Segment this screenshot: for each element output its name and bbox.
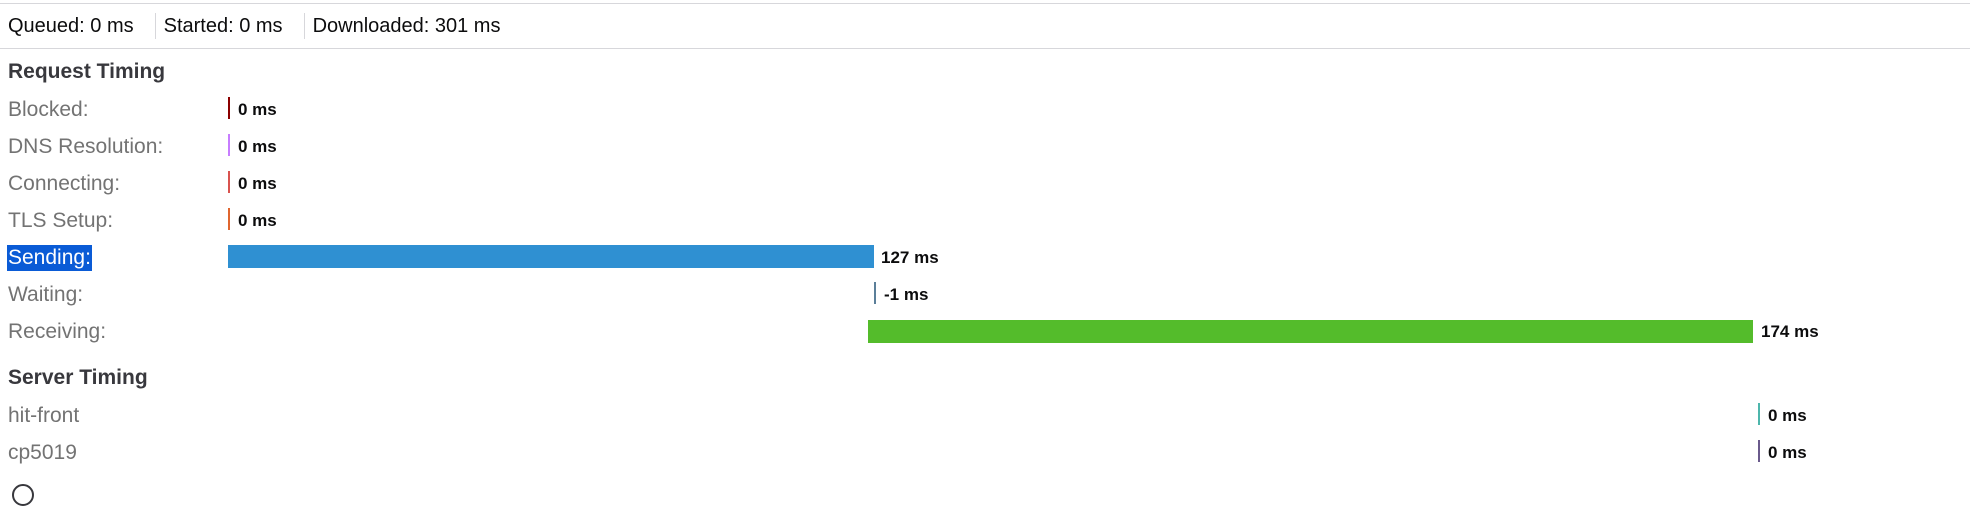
dns-resolution-label: DNS Resolution: [8, 135, 164, 158]
downloaded-summary: Downloaded: 301 ms [312, 15, 501, 37]
connecting-timing-bar [228, 171, 230, 193]
blocked-timing-bar [228, 97, 230, 119]
blocked-value: 0 ms [238, 100, 277, 119]
server-timing-title: Server Timing [8, 366, 148, 389]
request-timing-title: Request Timing [8, 60, 166, 83]
connecting-label: Connecting: [8, 172, 121, 195]
waiting-timing-bar [874, 282, 876, 304]
tls-setup-value: 0 ms [238, 211, 277, 230]
connecting-value: 0 ms [238, 174, 277, 193]
hit-front-value: 0 ms [1768, 406, 1807, 425]
receiving-label: Receiving: [8, 320, 107, 343]
tls-setup-label: TLS Setup: [8, 209, 114, 232]
tls-setup-timing-bar [228, 208, 230, 230]
receiving-value: 174 ms [1761, 322, 1819, 341]
hit-front-timing-bar [1758, 403, 1760, 425]
waiting-value: -1 ms [884, 285, 929, 304]
cp5019-value: 0 ms [1768, 443, 1807, 462]
receiving-timing-bar [868, 320, 1753, 343]
queued-summary: Queued: 0 ms [8, 15, 134, 37]
blocked-label: Blocked: [8, 98, 89, 121]
info-icon[interactable] [12, 484, 34, 506]
cp5019-label: cp5019 [8, 441, 77, 464]
cp5019-timing-bar [1758, 440, 1760, 462]
started-summary: Started: 0 ms [163, 15, 283, 37]
sending-value: 127 ms [881, 248, 939, 267]
sending-label: Sending: [7, 245, 92, 271]
dns-resolution-value: 0 ms [238, 137, 277, 156]
waiting-label: Waiting: [8, 283, 84, 306]
dns-resolution-timing-bar [228, 134, 230, 156]
timing-summary-bar: Queued: 0 ms Started: 0 ms Downloaded: 3… [0, 4, 1970, 49]
hit-front-label: hit-front [8, 404, 80, 427]
sending-timing-bar [228, 245, 874, 268]
